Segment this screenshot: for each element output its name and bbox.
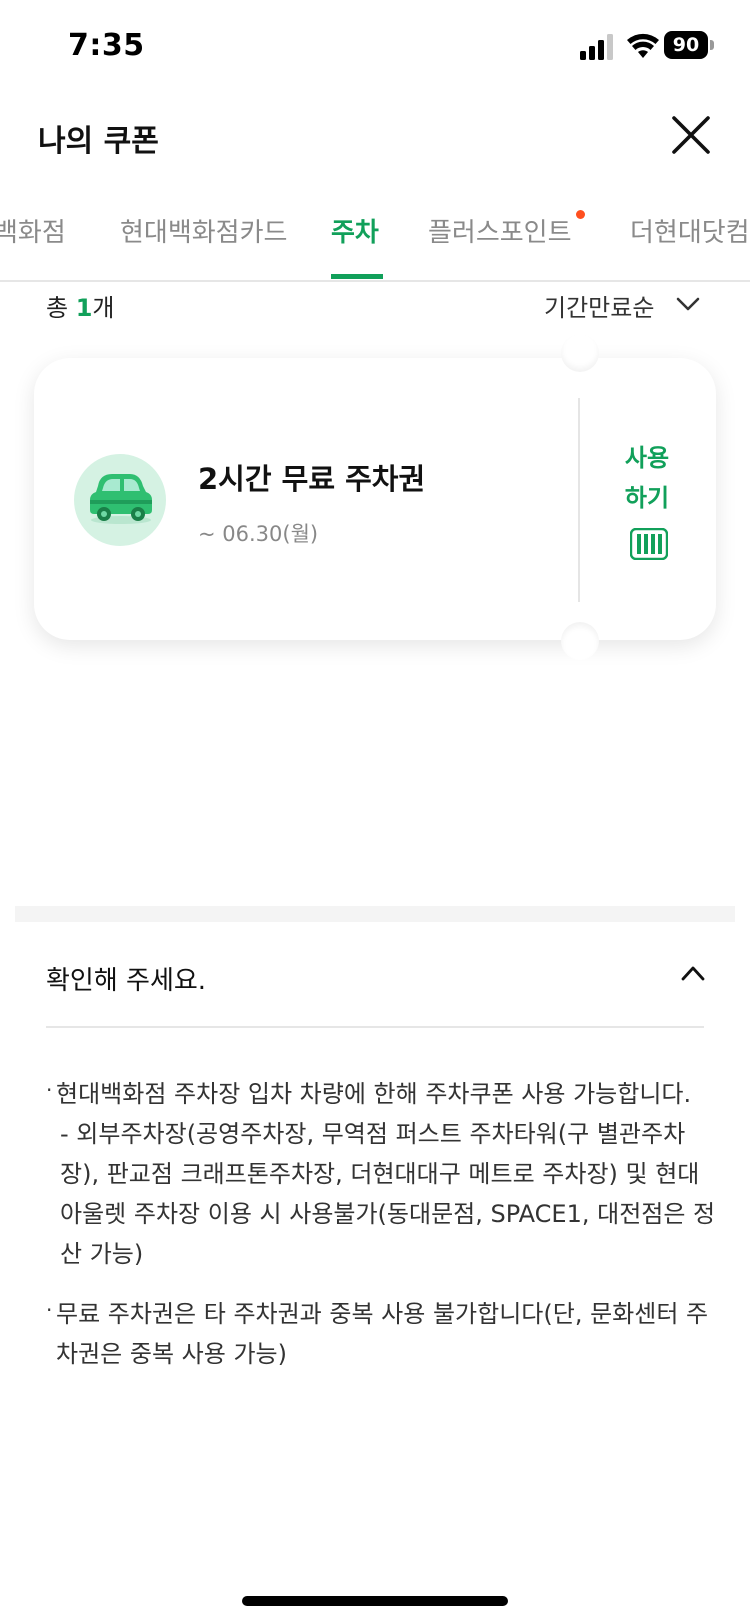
sort-dropdown[interactable]: 기간만료순: [544, 288, 654, 323]
tab-plus-point[interactable]: 플러스포인트: [428, 212, 572, 249]
total-count: 총 1개: [46, 294, 115, 322]
barcode-icon: [630, 528, 668, 560]
new-badge-dot: [576, 210, 585, 219]
chevron-up-icon[interactable]: [680, 964, 706, 982]
coupon-title: 2시간 무료 주차권: [198, 462, 426, 496]
status-bar: 7:35 90: [0, 0, 750, 96]
notice-item: · 현대백화점 주차장 입차 차량에 한해 주차쿠폰 사용 가능합니다. - 외…: [46, 1078, 716, 1268]
tab-parking[interactable]: 주차: [331, 212, 379, 249]
notice-title: 확인해 주세요.: [46, 966, 207, 996]
header: 나의 쿠폰: [0, 96, 750, 180]
page-title: 나의 쿠폰: [38, 124, 159, 159]
car-icon: [90, 474, 152, 524]
close-icon[interactable]: [668, 112, 714, 158]
tab-department-store[interactable]: 백화점: [0, 212, 66, 249]
tab-thehyundai-com[interactable]: 더현대닷컴: [630, 212, 750, 249]
battery-icon: 90: [664, 31, 716, 59]
coupon-tabs: 백화점 현대백화점카드 주차 플러스포인트 더현대닷컴: [0, 190, 750, 282]
notice-item: · 무료 주차권은 타 주차권과 중복 사용 불가합니다(단, 문화센터 주차권…: [46, 1298, 709, 1368]
signal-icon: [580, 34, 613, 60]
ticket-notch-bottom: [561, 622, 599, 660]
notice-divider: [46, 1026, 704, 1028]
count-number: 1: [75, 294, 93, 322]
home-indicator: [242, 1596, 508, 1606]
battery-level: 90: [664, 31, 708, 59]
use-label-line1: 사용: [624, 444, 670, 472]
list-summary: 총 1개 기간만료순: [0, 282, 750, 332]
notice-toggle[interactable]: 확인해 주세요.: [0, 922, 750, 1026]
use-label-line2: 하기: [624, 484, 670, 512]
ticket-notch-top: [561, 334, 599, 372]
tab-hyundai-card[interactable]: 현대백화점카드: [120, 212, 287, 249]
status-time: 7:35: [68, 28, 145, 63]
section-separator: [15, 906, 735, 922]
notice-list: · 현대백화점 주차장 입차 차량에 한해 주차쿠폰 사용 가능합니다. - 외…: [46, 1074, 716, 1394]
chevron-down-icon[interactable]: [676, 296, 700, 312]
active-tab-indicator: [331, 274, 383, 279]
ticket-divider: [578, 398, 580, 602]
coupon-expiry: ~ 06.30(월): [198, 522, 319, 546]
wifi-icon: [627, 33, 659, 58]
